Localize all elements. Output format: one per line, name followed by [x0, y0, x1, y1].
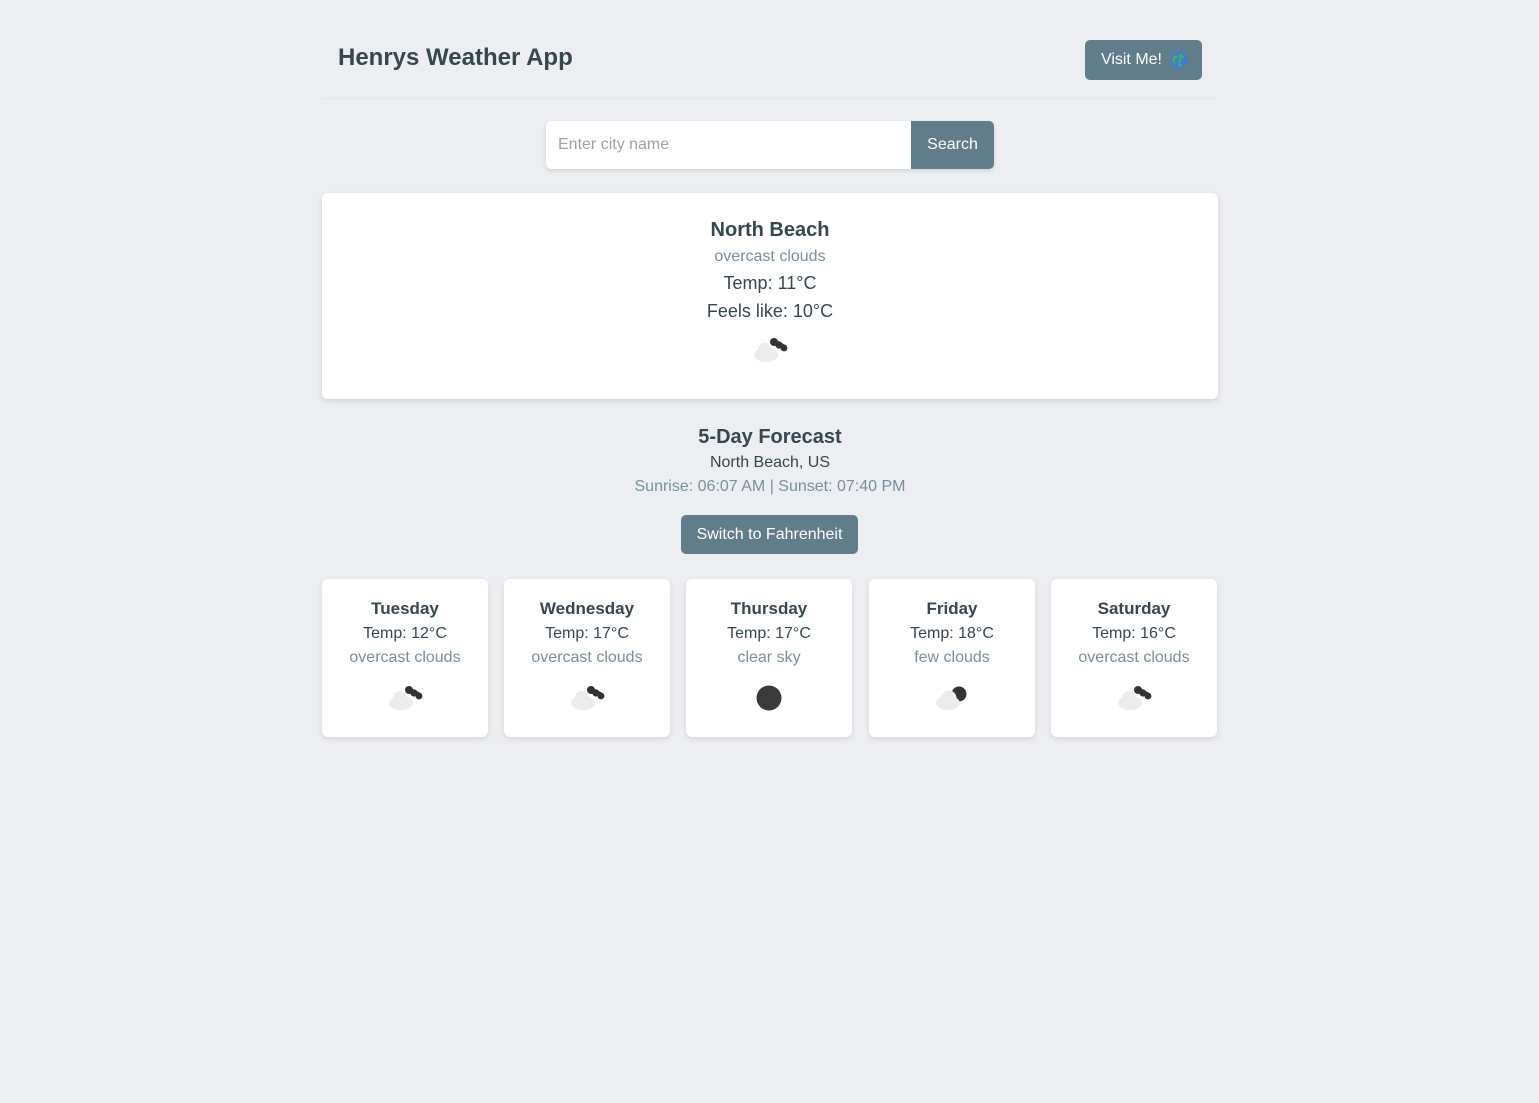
- switch-to-fahrenheit-button[interactable]: Switch to Fahrenheit: [681, 515, 858, 554]
- forecast-day-name: Saturday: [1097, 599, 1171, 618]
- header: Henrys Weather App Visit Me!: [322, 20, 1218, 99]
- forecast-day-description: overcast clouds: [349, 649, 461, 666]
- few-clouds-icon: [932, 681, 972, 713]
- forecast-day-card: Saturday Temp: 16°C overcast clouds: [1051, 579, 1217, 737]
- forecast-day-name: Thursday: [730, 599, 808, 618]
- forecast-title: 5-Day Forecast: [698, 426, 842, 448]
- current-weather-card: North Beach overcast clouds Temp: 11°C F…: [322, 193, 1218, 399]
- search-button[interactable]: Search: [911, 121, 994, 169]
- forecast-day-description: few clouds: [914, 649, 990, 666]
- overcast-clouds-icon: [385, 681, 425, 713]
- forecast-day-temp: Temp: 17°C: [727, 625, 811, 642]
- visit-me-label: Visit Me!: [1100, 51, 1162, 68]
- visit-me-button[interactable]: Visit Me!: [1084, 40, 1202, 80]
- current-temp: Temp: 11°C: [723, 273, 817, 293]
- overcast-clouds-icon: [750, 333, 790, 365]
- city-search-input[interactable]: [546, 121, 911, 169]
- forecast-day-temp: Temp: 18°C: [910, 625, 994, 642]
- forecast-day-description: clear sky: [737, 649, 801, 666]
- forecast-day-description: overcast clouds: [1078, 649, 1190, 666]
- current-city: North Beach: [710, 219, 830, 241]
- forecast-days: Tuesday Temp: 12°C overcast clouds Wedne…: [322, 579, 1218, 737]
- current-description: overcast clouds: [714, 248, 826, 265]
- overcast-clouds-icon: [1114, 681, 1154, 713]
- forecast-day-card: Wednesday Temp: 17°C overcast clouds: [504, 579, 670, 737]
- forecast-day-card: Friday Temp: 18°C few clouds: [869, 579, 1035, 737]
- overcast-clouds-icon: [567, 681, 607, 713]
- current-feels-like: Feels like: 10°C: [706, 301, 834, 321]
- forecast-day-temp: Temp: 16°C: [1092, 625, 1176, 642]
- search-bar: Search: [546, 121, 994, 169]
- forecast-header: 5-Day Forecast North Beach, US Sunrise: …: [322, 424, 1218, 498]
- globe-icon: [1170, 51, 1188, 69]
- clear-sky-icon: [749, 681, 789, 713]
- forecast-day-temp: Temp: 12°C: [363, 625, 447, 642]
- forecast-day-name: Friday: [926, 599, 978, 618]
- forecast-day-description: overcast clouds: [531, 649, 643, 666]
- app-title: Henrys Weather App: [338, 44, 573, 71]
- forecast-day-name: Tuesday: [371, 599, 439, 618]
- forecast-day-name: Wednesday: [539, 599, 635, 618]
- sunrise-sunset: Sunrise: 06:07 AM | Sunset: 07:40 PM: [634, 478, 906, 495]
- forecast-location: North Beach, US: [709, 454, 831, 471]
- forecast-day-card: Thursday Temp: 17°C clear sky: [686, 579, 852, 737]
- forecast-day-card: Tuesday Temp: 12°C overcast clouds: [322, 579, 488, 737]
- forecast-day-temp: Temp: 17°C: [545, 625, 629, 642]
